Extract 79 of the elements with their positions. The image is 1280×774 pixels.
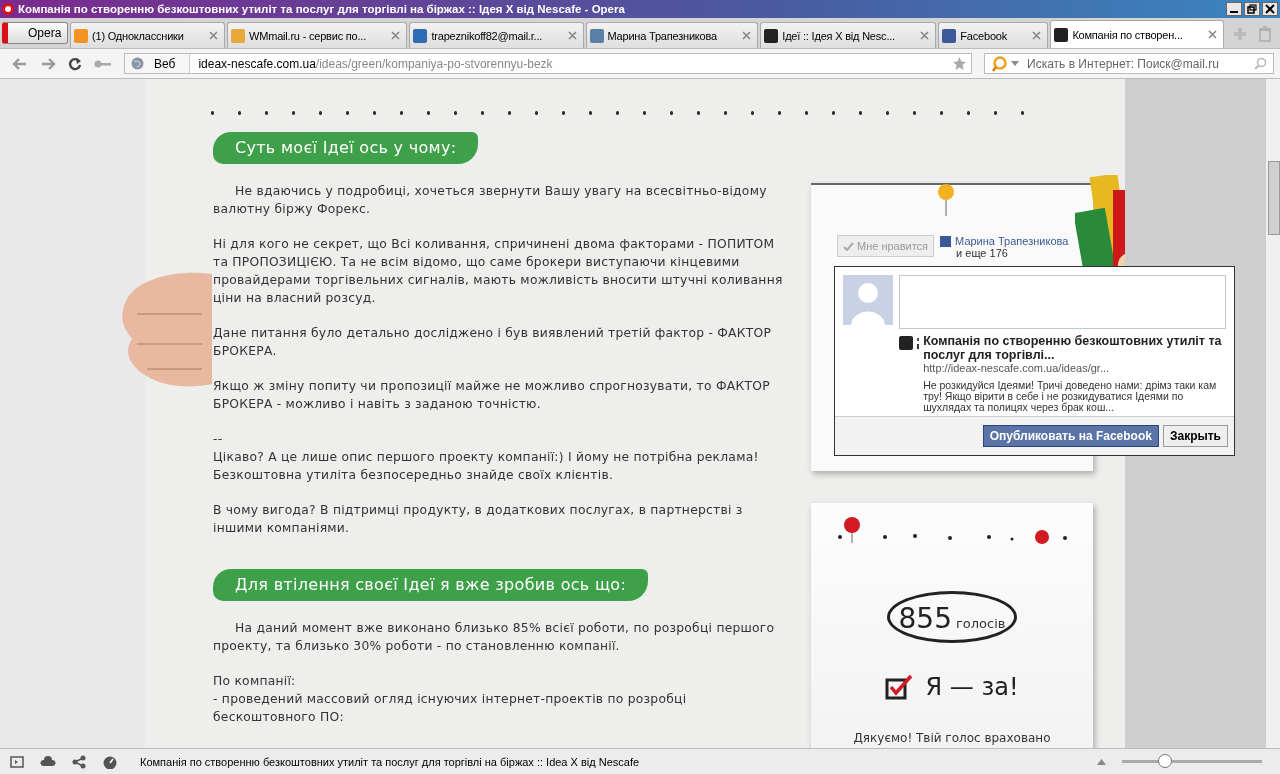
paragraph: Дане питання було детально досліджено і був виявлений третій фактор - ФАКТОР БРОКЕРА. — [213, 325, 773, 360]
favicon-icon — [231, 28, 246, 43]
forward-icon[interactable] — [40, 56, 56, 71]
panel-icon[interactable] — [10, 755, 24, 768]
opera-menu-button[interactable]: Opera — [2, 22, 68, 44]
close-tab-icon[interactable] — [1208, 30, 1217, 39]
address-field[interactable]: Веб ideax-nescafe.com.ua/ideas/green/kompaniya-po-stvorennyu-bezk — [124, 53, 972, 74]
close-tab-icon[interactable] — [209, 31, 219, 40]
paragraph: Якщо ж зміну попиту чи пропозиції майже не можливо спрогнозувати, то ФАКТОР БРОКЕРА - можливо і навіть з заданою точністю. — [213, 378, 771, 413]
section-heading: Суть моєї Ідеї ось у чому: — [213, 132, 479, 164]
check-icon — [843, 241, 854, 251]
paragraph: На даний момент вже виконано близько 85% всієї роботи, по розробці першого проекту, та близько 30% роботи - по становленню компанії. — [213, 620, 776, 655]
browser-tab[interactable]: Компанія по створен... — [1050, 20, 1224, 48]
trash-icon[interactable] — [1258, 26, 1272, 42]
browser-tab[interactable]: Ідеї :: Ідея X від Nesc... — [760, 22, 937, 48]
browser-tab[interactable]: Марина Трапезникова — [585, 22, 759, 48]
pushpin-icon — [936, 183, 956, 217]
window-title: Компанія по створенню безкоштовних утиліт та послуг для торгівлі на біржах :: Ідея X від Nescafe - Opera — [18, 3, 626, 15]
thanks-text: Дякуємо! Твій голос враховано — [853, 731, 1051, 745]
link-preview-description: Не розкидуйся Ідеями! Тричі доведено нами: дрімз таки кам тру! Якщо вірити в себе і не розкидуватися Ідеями по шухлядах та полицях через брак кош... — [923, 380, 1218, 413]
close-tab-icon[interactable] — [567, 31, 577, 40]
paragraph: В чому вигода? В підтримці продукту, в додаткових послугах, в партнерстві з іншими компаніями. — [213, 502, 744, 537]
favicon-icon — [942, 28, 957, 43]
paragraph: Ні для кого не секрет, що Всі коливання, спричинені двома факторами - ПОПИТОМ та ПРОПОЗИЦІЄЮ. Та не всім відомо, що саме брокери виступаючи кінцевими провайдерами торгівельних сигналів, мають можливість вносити штучні коливання ціни на власний розсуд. — [213, 236, 783, 307]
facebook-icon — [940, 235, 952, 247]
minimize-button[interactable] — [1226, 2, 1242, 16]
close-tab-icon[interactable] — [742, 31, 752, 40]
comment-field[interactable] — [899, 275, 1226, 329]
key-icon[interactable] — [94, 58, 112, 69]
vote-label[interactable]: Я — за! — [925, 673, 1019, 701]
link-preview-url: http://ideax-nescafe.com.ua/ideas/gr... — [923, 362, 1111, 374]
vote-unit: голосів — [956, 616, 1006, 631]
vote-count: 855 — [898, 602, 952, 635]
vote-checkbox[interactable] — [885, 674, 914, 700]
like-count-text: и еще 176 — [955, 247, 1009, 259]
favicon-icon — [74, 28, 88, 43]
favicon-icon — [413, 28, 428, 43]
dropdown-caret-icon[interactable] — [1011, 61, 1019, 66]
link-preview-title[interactable]: Компанія по створенню безкоштовних утиліт та послуг для торгівлі... — [923, 334, 1226, 362]
close-button[interactable] — [1262, 2, 1278, 16]
search-icon[interactable] — [1254, 57, 1267, 70]
opera-logo-icon — [2, 3, 14, 15]
close-dialog-button[interactable]: Закрыть — [1162, 425, 1228, 447]
close-tab-icon[interactable] — [391, 31, 401, 40]
browser-tab[interactable]: Facebook — [938, 22, 1049, 48]
cloud-icon[interactable] — [40, 756, 56, 767]
speedometer-icon[interactable] — [102, 754, 118, 769]
search-field[interactable]: Искать в Интернет: Поиск@mail.ru — [984, 53, 1274, 74]
share-nodes-icon[interactable] — [72, 754, 86, 769]
browser-tab[interactable]: trapeznikoff82@mail.r... — [409, 22, 584, 48]
restore-button[interactable] — [1244, 2, 1260, 16]
favicon-icon — [589, 28, 604, 43]
star-icon[interactable] — [952, 56, 967, 71]
close-tab-icon[interactable] — [1032, 31, 1042, 40]
zoom-slider[interactable] — [1158, 754, 1172, 768]
reload-icon[interactable] — [68, 56, 82, 71]
favicon-icon — [1054, 27, 1069, 42]
status-text: Компанія по створенню безкоштовних утиліт та послуг для торгівлі на біржах :: Idea X від Nescafe — [140, 755, 641, 768]
close-tab-icon[interactable] — [920, 31, 930, 40]
up-caret-icon[interactable] — [1097, 758, 1106, 765]
minimize-icon — [1230, 11, 1238, 13]
friend-link[interactable]: Марина Трапезникова — [955, 235, 1069, 247]
paragraph: По компанії: - проведений массовий огляд існуючих інтернет-проектів по розробці бескоштовного ПО: — [213, 673, 688, 726]
publish-button[interactable]: Опубликовать на Facebook — [982, 425, 1159, 447]
favicon-icon — [764, 28, 779, 43]
paragraph: -- Цікаво? А це лише опис першого проекту компанії:) І йому не потрібна реклама! Безкоштовна утиліта безпосередньо знайде своїх клієнтів. — [213, 431, 760, 484]
browser-tab[interactable]: (1) Одноклассники — [70, 22, 226, 48]
web-scope-button[interactable]: Веб — [125, 54, 191, 73]
back-icon[interactable] — [12, 56, 28, 71]
globe-icon — [131, 57, 144, 70]
restore-icon — [1247, 4, 1257, 14]
url-text: ideax-nescafe.com.ua/ideas/green/kompaniya-po-stvorennyu-bezk — [197, 56, 554, 71]
close-icon — [1265, 4, 1275, 14]
browser-tab[interactable]: WMmail.ru - сервис по... — [227, 22, 408, 48]
scrollbar[interactable] — [1265, 79, 1280, 748]
section-heading: Для втілення своєї Ідеї я вже зробив ось що: — [213, 569, 649, 601]
search-engine-icon[interactable] — [991, 55, 1007, 72]
paragraph: Не вдаючись у подробиці, хочеться звернути Вашу увагу на всесвітньо-відому валютну біржу Форекс. — [213, 183, 768, 218]
avatar-silhouette — [843, 275, 893, 325]
